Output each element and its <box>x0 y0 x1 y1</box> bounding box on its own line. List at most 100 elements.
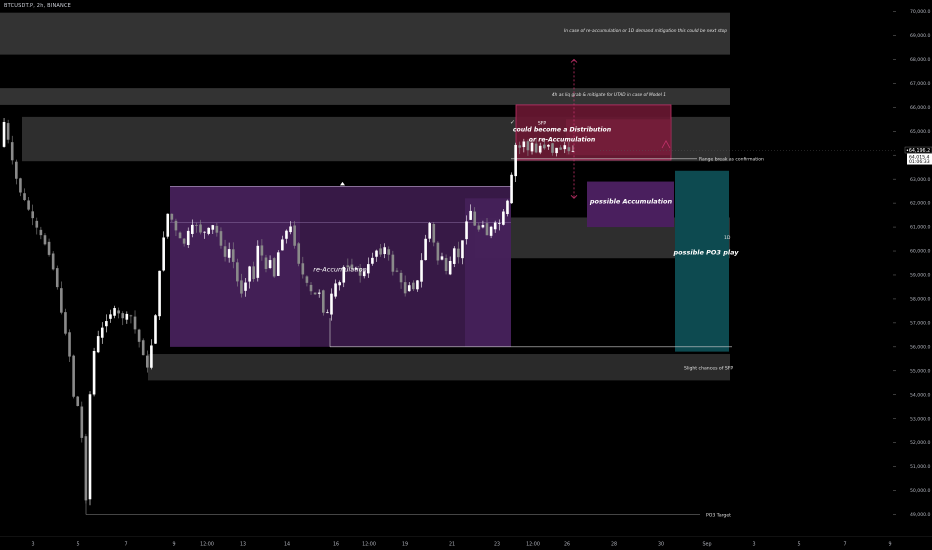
candle-body <box>412 282 415 290</box>
candle-body <box>305 276 309 283</box>
candle-body <box>117 310 120 314</box>
candle-body <box>407 285 411 292</box>
y-tick-label: 68,000.0 <box>910 57 931 63</box>
candle-body <box>256 245 260 278</box>
y-tick-label: 63,000.0 <box>910 177 931 183</box>
candle-body <box>248 266 251 282</box>
candle-body <box>428 223 432 239</box>
candle-body <box>72 355 75 397</box>
candle-body <box>240 280 243 294</box>
candle-body <box>174 220 178 231</box>
candle-body <box>31 211 35 219</box>
candle-body <box>522 141 526 148</box>
candle-body <box>166 213 170 237</box>
annotation-top-note: In case of re-accumulation or 1D demand … <box>564 28 727 34</box>
candle-body <box>145 355 149 368</box>
candle-body <box>109 314 112 319</box>
y-tick-label: 57,000.0 <box>910 320 931 326</box>
candle-body <box>289 226 292 233</box>
candle-body <box>301 263 305 275</box>
candle-body <box>64 312 67 334</box>
candle-body <box>162 237 165 271</box>
candle-body <box>469 210 472 220</box>
candle-body <box>133 316 137 330</box>
candle-body <box>317 292 321 294</box>
candle-body <box>121 313 125 319</box>
candle-body <box>559 147 562 150</box>
x-tick-label: 13 <box>240 542 246 548</box>
candle-body <box>227 249 231 258</box>
candle-body <box>518 145 522 148</box>
candle-body <box>203 231 206 233</box>
annotation-distribution-line1: could become a Distribution <box>513 126 612 134</box>
annotation-po3-target: PO3 Target <box>706 512 731 518</box>
candle-body <box>68 332 71 357</box>
candle-body <box>444 258 448 272</box>
candle-body <box>571 150 575 152</box>
candle-body <box>39 229 43 236</box>
candle-body <box>60 288 63 313</box>
candle-body <box>129 315 133 317</box>
y-tick-label: 54,000.0 <box>910 392 931 398</box>
candle-body <box>502 211 505 225</box>
candle-body <box>268 260 272 269</box>
checkmark-icon: ✓ <box>510 119 515 126</box>
candle-body <box>534 143 538 153</box>
x-tick-label: 23 <box>494 542 500 548</box>
candle-body <box>395 270 399 272</box>
candle-body <box>371 257 374 264</box>
candle-body <box>281 239 284 251</box>
y-tick-label: 59,000.0 <box>910 273 931 279</box>
y-tick-label: 60,000.0 <box>910 249 931 255</box>
x-tick-label: 7 <box>843 542 846 548</box>
y-tick-label: 52,000.0 <box>910 440 931 446</box>
x-tick-label: 12:00 <box>526 542 540 548</box>
po3-box <box>675 170 729 352</box>
candle-body <box>141 340 145 356</box>
annotation-sfp: SFP <box>538 121 547 127</box>
candle-body <box>563 145 567 150</box>
candle-body <box>231 249 235 262</box>
x-tick-label: 9 <box>172 542 175 548</box>
candle-body <box>84 436 88 501</box>
candle-body <box>23 193 26 201</box>
price-axis-bg <box>896 0 932 537</box>
candle-body <box>489 226 493 236</box>
annotation-reaccumulation: re-Accumulation <box>313 265 366 273</box>
candle-body <box>215 225 219 233</box>
x-tick-label: 26 <box>564 542 570 548</box>
x-tick-label: 3 <box>752 542 755 548</box>
y-tick-label: 70,000.0 <box>910 9 931 15</box>
candle-body <box>150 345 153 368</box>
candle-body <box>448 260 452 275</box>
candle-body <box>92 351 96 395</box>
x-tick-label: 19 <box>402 542 408 548</box>
candle-body <box>555 147 558 154</box>
candle-body <box>264 257 268 269</box>
annotation-possible-accumulation: possible Accumulation <box>589 198 673 206</box>
annotation-mid-note: 4h as liq grab & mitigate for UTAD in ca… <box>552 92 666 98</box>
candle-body <box>293 225 296 246</box>
candle-body <box>379 248 382 255</box>
price-chart[interactable]: ✓ In case of re-accumulation or 1D demand… <box>0 0 932 550</box>
candle-body <box>399 272 403 283</box>
sfp-demand-zone <box>148 354 730 381</box>
y-tick-label: 61,000.0 <box>910 225 931 231</box>
y-tick-label: 49,000.0 <box>910 512 931 518</box>
y-tick-label: 50,000.0 <box>910 488 931 494</box>
x-tick-label: 30 <box>658 542 664 548</box>
candle-body <box>375 250 378 257</box>
candle-body <box>191 224 194 234</box>
candle-body <box>154 315 157 344</box>
candle-body <box>551 143 554 153</box>
candle-body <box>113 308 116 316</box>
annotation-range-break: Range break as confirmation <box>699 156 764 162</box>
candle-body <box>88 394 92 500</box>
x-tick-label: 12:00 <box>200 542 214 548</box>
candle-body <box>223 246 227 257</box>
candle-body <box>272 258 276 277</box>
candle-body <box>416 280 419 290</box>
x-tick-label: 12:00 <box>362 542 376 548</box>
candle-body <box>473 211 477 226</box>
annotation-1d: 1D <box>724 235 731 241</box>
